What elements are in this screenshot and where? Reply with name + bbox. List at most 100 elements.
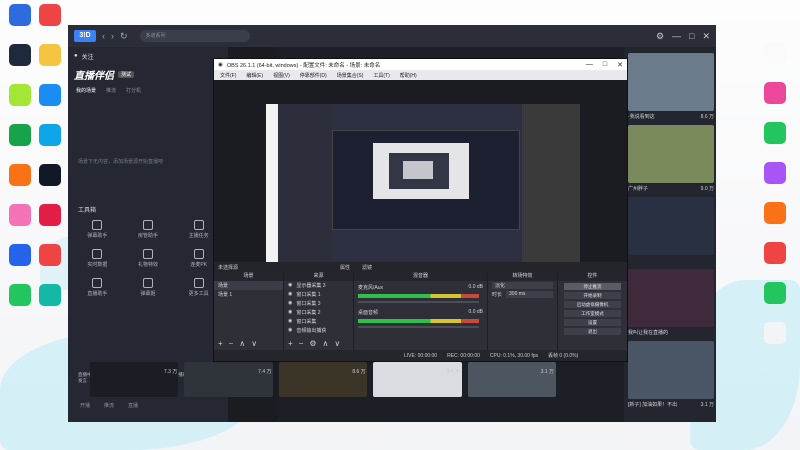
source-item[interactable]: ◉ 音频输出捕获 [284, 326, 353, 335]
remove-icon[interactable]: − [299, 339, 304, 348]
minimize-icon[interactable]: — [586, 61, 593, 69]
search-input[interactable]: 多道系列 [139, 30, 250, 42]
feed-card[interactable] [628, 125, 714, 183]
desktop-icon[interactable] [757, 282, 793, 306]
gear-icon[interactable]: ⚙ [309, 339, 316, 348]
toolbox-item[interactable]: 实时数据 [72, 249, 123, 268]
eye-icon[interactable]: ◉ [288, 309, 292, 316]
settings-icon[interactable]: ⚙ [656, 31, 664, 42]
feed-card[interactable] [628, 53, 714, 111]
desktop-icon[interactable] [757, 202, 793, 226]
forward-icon[interactable]: › [111, 31, 114, 41]
feed-card-meta: ·我说看到这 8.6 万 [628, 113, 714, 120]
desktop-icon[interactable] [32, 284, 68, 308]
up-icon[interactable]: ∧ [239, 339, 245, 348]
tab-scorer[interactable]: 打分机 [126, 87, 141, 94]
remove-icon[interactable]: − [229, 339, 234, 348]
desktop-icon[interactable] [757, 162, 793, 186]
desktop-icon[interactable] [757, 122, 793, 146]
tab-my-scenes[interactable]: 我的场景 [76, 87, 96, 94]
down-icon[interactable]: ∨ [334, 339, 340, 348]
obs-menu-item[interactable]: 工具(T) [373, 72, 389, 79]
source-item[interactable]: ◉ 显示器采集 3 [284, 281, 353, 290]
desktop-icon[interactable] [32, 4, 68, 28]
scenes-header: 场景 [214, 272, 283, 281]
duration-row: 时长 300 ms [488, 290, 557, 299]
eye-icon[interactable]: ◉ [288, 300, 292, 307]
eye-icon[interactable]: ◉ [288, 318, 292, 325]
close-icon[interactable]: ✕ [702, 31, 710, 42]
filters-button[interactable]: 滤镜 [362, 264, 372, 271]
controls-buttons: 停止推流开始录制启动虚拟摄像机 工作室模式设置退出 [558, 283, 627, 335]
source-toolbar: 未选择源 属性 滤镜 [214, 262, 627, 272]
app-icon [9, 244, 31, 266]
back-icon[interactable]: ‹ [102, 31, 105, 41]
ribbon-start[interactable]: 开播 [80, 402, 90, 409]
desktop-icon[interactable] [32, 84, 68, 108]
down-icon[interactable]: ∨ [251, 339, 257, 348]
brand-name: 直播伴侣 [74, 70, 114, 82]
close-icon[interactable]: ✕ [617, 61, 623, 69]
control-button[interactable]: 停止推流 [564, 283, 621, 290]
desktop-icon[interactable] [757, 42, 793, 66]
source-item[interactable]: ◉ 窗口采集 3 [284, 299, 353, 308]
desktop-icon[interactable] [32, 44, 68, 68]
obs-menu-item[interactable]: 编辑(E) [246, 72, 263, 79]
source-item[interactable]: ◉ 窗口采集 2 [284, 308, 353, 317]
desktop-icon[interactable] [32, 204, 68, 228]
ribbon-stream[interactable]: 推流 [104, 402, 114, 409]
scene-dock-footer: + − ∧ ∨ [218, 339, 257, 348]
obs-menu-item[interactable]: 文件(F) [220, 72, 236, 79]
desktop-icon[interactable] [32, 244, 68, 268]
desktop-icon[interactable] [757, 82, 793, 106]
toolbox-item[interactable]: 弹幕姬 [123, 278, 174, 297]
minimize-icon[interactable]: — [672, 31, 681, 42]
source-item[interactable]: ◉ 窗口采集 [284, 317, 353, 326]
refresh-icon[interactable]: ↻ [120, 31, 128, 42]
maximize-icon[interactable]: □ [689, 31, 694, 42]
transition-type-select[interactable]: 淡化 [488, 281, 557, 290]
desktop-icon[interactable] [32, 164, 68, 188]
duration-input[interactable]: 300 ms [506, 291, 553, 298]
eye-icon[interactable]: ◉ [288, 282, 292, 289]
add-icon[interactable]: + [288, 339, 293, 348]
control-button[interactable]: 开始录制 [564, 292, 621, 299]
obs-menu-item[interactable]: 帮助(H) [400, 72, 417, 79]
feed-card[interactable] [628, 341, 714, 399]
toolbox-item[interactable]: 弹幕助手 [72, 220, 123, 239]
feed-card[interactable] [628, 197, 714, 255]
obs-menu-item[interactable]: 场景集合(S) [337, 72, 364, 79]
source-item[interactable]: ◉ 窗口采集 1 [284, 290, 353, 299]
feed-card[interactable] [628, 269, 714, 327]
follow-label[interactable]: 关注 [82, 52, 94, 61]
obs-menu-item[interactable]: 停靠部件(D) [300, 72, 327, 79]
properties-button[interactable]: 属性 [340, 264, 350, 271]
control-button[interactable]: 启动虚拟摄像机 [564, 301, 621, 308]
add-icon[interactable]: + [218, 339, 223, 348]
toolbox-item[interactable]: 直播助手 [72, 278, 123, 297]
viewer-count: 7.3 万 [164, 369, 178, 375]
desktop-icon[interactable] [757, 242, 793, 266]
scene-item[interactable]: 场景 1 [214, 290, 283, 299]
toolbox-item[interactable]: 礼物特效 [123, 249, 174, 268]
maximize-icon[interactable]: □ [603, 61, 607, 69]
mixer-channel: 麦克风/Aux 0.0 dB [354, 281, 487, 306]
control-button[interactable]: 工作室模式 [564, 310, 621, 317]
volume-slider[interactable] [358, 301, 479, 303]
app-icon [764, 322, 786, 344]
eye-icon[interactable]: ◉ [288, 291, 292, 298]
control-button[interactable]: 退出 [564, 328, 621, 335]
desktop-icon[interactable] [32, 124, 68, 148]
control-button[interactable]: 设置 [564, 319, 621, 326]
live-time: LIVE: 00:00:00 [404, 352, 438, 359]
desktop-icon[interactable] [757, 322, 793, 346]
toolbox-item[interactable]: 房管助手 [123, 220, 174, 239]
up-icon[interactable]: ∧ [323, 339, 329, 348]
volume-slider[interactable] [358, 326, 479, 328]
app-icon [39, 44, 61, 66]
ribbon-live[interactable]: 直播 [128, 402, 138, 409]
scene-item[interactable]: 场景 [214, 281, 283, 290]
obs-menu-item[interactable]: 视图(V) [273, 72, 290, 79]
eye-icon[interactable]: ◉ [288, 327, 292, 334]
tab-stream[interactable]: 推流 [106, 87, 116, 94]
